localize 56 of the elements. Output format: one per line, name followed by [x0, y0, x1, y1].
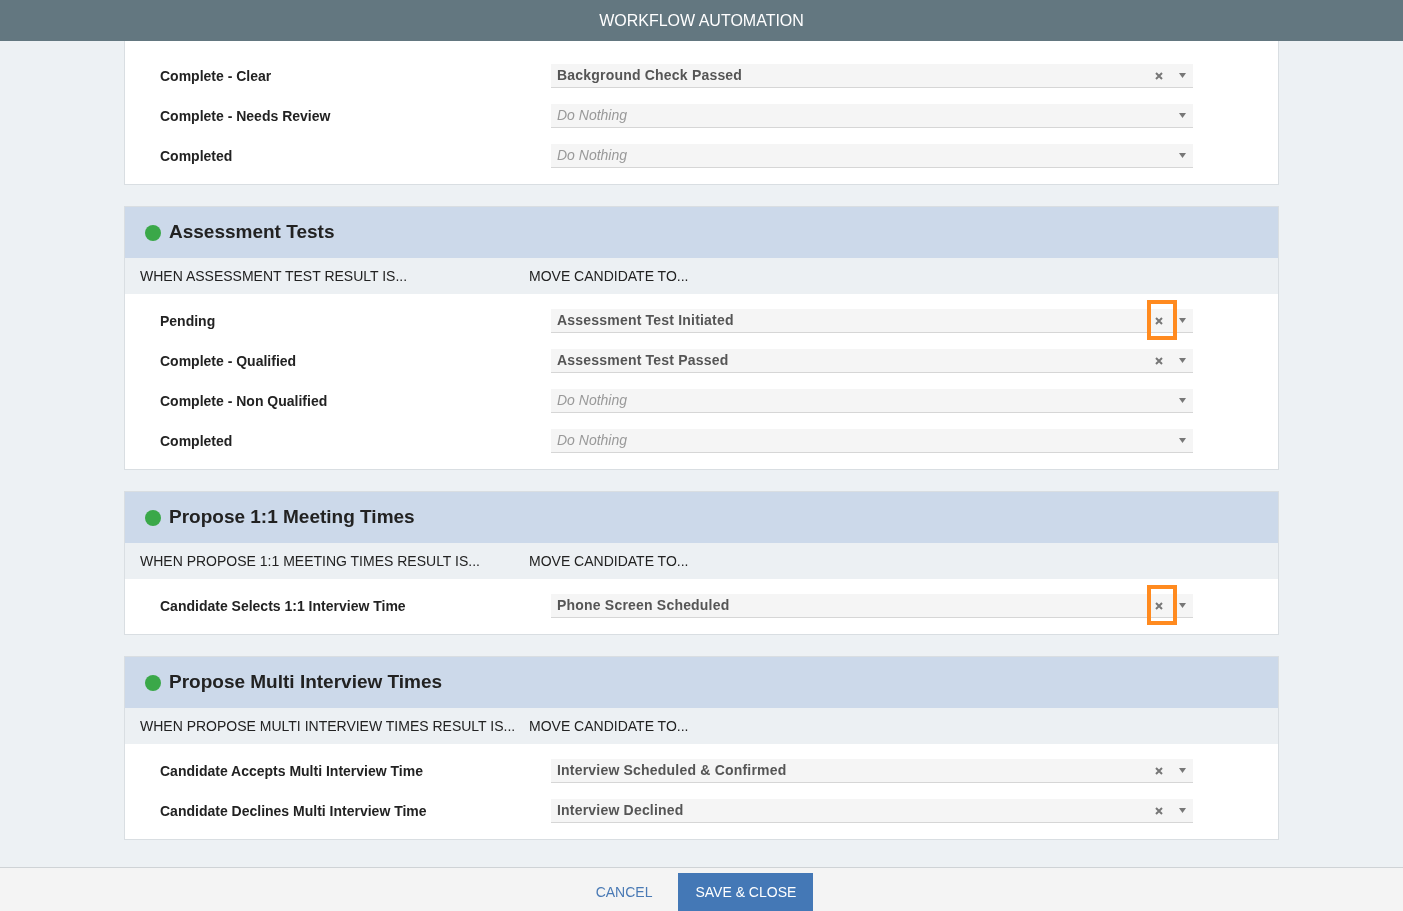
caret-icon — [1179, 318, 1186, 323]
rule-label: Completed — [160, 146, 234, 166]
column-heading: MOVE CANDIDATE TO... — [529, 716, 689, 736]
select-value: Interview Declined — [557, 801, 685, 820]
rule-label: Complete - Qualified — [160, 351, 298, 371]
column-heading: MOVE CANDIDATE TO... — [529, 551, 689, 571]
close-icon — [1155, 356, 1163, 365]
rule-label: Complete - Non Qualified — [160, 391, 329, 411]
select-field[interactable]: Interview Declined — [551, 799, 1193, 823]
window-title: WORKFLOW AUTOMATION — [599, 10, 804, 31]
column-heading: WHEN ASSESSMENT TEST RESULT IS... — [140, 266, 409, 286]
close-icon — [1155, 601, 1163, 610]
caret-icon — [1179, 808, 1186, 813]
rule-label: Candidate Accepts Multi Interview Time — [160, 761, 424, 781]
save-close-button[interactable]: SAVE & CLOSE — [678, 873, 814, 911]
caret-icon — [1179, 603, 1186, 608]
section-title: Propose Multi Interview Times — [169, 670, 443, 695]
column-heading: MOVE CANDIDATE TO... — [529, 266, 689, 286]
caret-icon — [1179, 438, 1186, 443]
select-placeholder: Do Nothing — [557, 431, 629, 450]
rule-label: Complete - Needs Review — [160, 106, 332, 126]
select-field[interactable]: Assessment Test Passed — [551, 349, 1193, 373]
select-value: Phone Screen Scheduled — [557, 596, 731, 615]
caret-icon — [1179, 768, 1186, 773]
caret-icon — [1179, 398, 1186, 403]
close-icon — [1155, 316, 1163, 325]
caret-icon — [1179, 113, 1186, 118]
section-title: Assessment Tests — [169, 220, 335, 245]
select-value: Assessment Test Passed — [557, 351, 730, 370]
rule-label: Completed — [160, 431, 234, 451]
caret-icon — [1179, 73, 1186, 78]
close-icon — [1155, 766, 1163, 775]
cancel-button[interactable]: CANCEL — [595, 873, 653, 911]
rule-label: Candidate Declines Multi Interview Time — [160, 801, 428, 821]
caret-icon — [1179, 153, 1186, 158]
close-icon — [1155, 71, 1163, 80]
select-value: Assessment Test Initiated — [557, 311, 735, 330]
rule-label: Candidate Selects 1:1 Interview Time — [160, 596, 407, 616]
highlight-frame — [1147, 300, 1177, 340]
select-value: Interview Scheduled & Confirmed — [557, 761, 788, 780]
rule-label: Pending — [160, 311, 217, 331]
select-placeholder: Do Nothing — [557, 106, 629, 125]
select-field[interactable]: Background Check Passed — [551, 64, 1193, 88]
close-icon — [1155, 806, 1163, 815]
select-field[interactable]: Interview Scheduled & Confirmed — [551, 759, 1193, 783]
select-field[interactable]: Phone Screen Scheduled — [551, 594, 1193, 618]
caret-icon — [1179, 358, 1186, 363]
column-heading: WHEN PROPOSE MULTI INTERVIEW TIMES RESULT IS... — [140, 716, 517, 736]
column-heading: WHEN PROPOSE 1:1 MEETING TIMES RESULT IS... — [140, 551, 481, 571]
highlight-frame — [1147, 585, 1177, 625]
select-placeholder: Do Nothing — [557, 146, 629, 165]
rule-label: Complete - Clear — [160, 66, 273, 86]
section-title: Propose 1:1 Meeting Times — [169, 505, 415, 530]
select-placeholder: Do Nothing — [557, 391, 629, 410]
select-field[interactable]: Assessment Test Initiated — [551, 309, 1193, 333]
select-value: Background Check Passed — [557, 66, 744, 85]
